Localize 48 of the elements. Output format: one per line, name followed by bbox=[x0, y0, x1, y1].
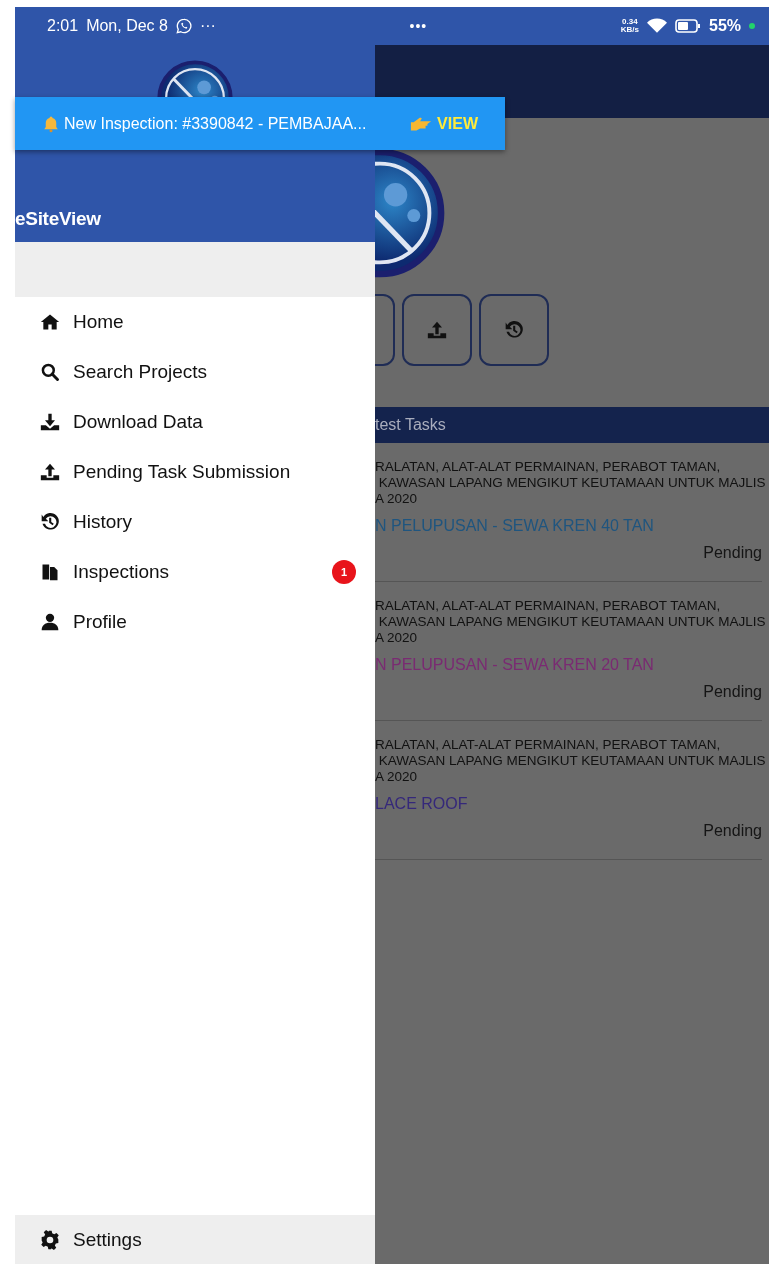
battery-level: 55% bbox=[709, 17, 741, 35]
user-icon bbox=[40, 612, 60, 632]
menu-item[interactable]: Search Projects bbox=[15, 347, 375, 397]
history-button[interactable] bbox=[479, 294, 549, 366]
menu-item[interactable]: Settings bbox=[15, 1215, 375, 1264]
history-icon bbox=[504, 320, 524, 340]
menu-item[interactable]: Profile bbox=[15, 597, 375, 647]
battery-icon bbox=[675, 19, 701, 33]
menu-item[interactable]: Pending Task Submission bbox=[15, 447, 375, 497]
home-icon bbox=[40, 312, 60, 332]
more-indicator: ··· bbox=[199, 17, 216, 35]
task-status: Pending bbox=[703, 822, 762, 840]
search-icon bbox=[40, 362, 60, 382]
task-description: A 2020 bbox=[375, 491, 419, 507]
task-status: Pending bbox=[703, 683, 762, 701]
task-description: RALATAN, ALAT-ALAT PERMAINAN, PERABOT TAMAN, bbox=[375, 737, 722, 753]
notification-message: New Inspection: #3390842 - PEMBAJAA... bbox=[64, 114, 367, 133]
task-description: A 2020 bbox=[375, 630, 419, 646]
menu-item[interactable]: History bbox=[15, 497, 375, 547]
menu-item[interactable]: Download Data bbox=[15, 397, 375, 447]
task-title: N PELUPUSAN - SEWA KREN 40 TAN bbox=[375, 517, 655, 535]
indicator-dot bbox=[749, 23, 755, 29]
task-status: Pending bbox=[703, 544, 762, 562]
task-title: N PELUPUSAN - SEWA KREN 20 TAN bbox=[375, 656, 655, 674]
task-title: LACE ROOF bbox=[375, 795, 469, 813]
files-icon bbox=[40, 562, 60, 582]
section-header: test Tasks bbox=[375, 407, 769, 443]
count-badge: 1 bbox=[332, 560, 356, 584]
bell-icon bbox=[42, 114, 60, 133]
task-description: RALATAN, ALAT-ALAT PERMAINAN, PERABOT TAMAN, bbox=[375, 598, 722, 614]
drawer-title: eSiteView bbox=[15, 208, 102, 230]
menu-item[interactable]: Home bbox=[15, 297, 375, 347]
history-icon bbox=[40, 512, 60, 532]
pointing-hand-icon bbox=[410, 115, 433, 132]
chat-icon bbox=[175, 18, 192, 34]
wifi-icon bbox=[647, 18, 667, 34]
upload-button[interactable] bbox=[402, 294, 472, 366]
upload-icon bbox=[427, 320, 447, 340]
network-speed: 0.34 KB/s bbox=[620, 18, 639, 34]
download-icon bbox=[40, 412, 60, 432]
upload-icon bbox=[40, 462, 60, 482]
task-description: A 2020 bbox=[375, 769, 419, 785]
status-time: 2:01 bbox=[47, 17, 79, 35]
status-date: Mon, Dec 8 bbox=[86, 17, 168, 35]
settings-icon bbox=[40, 1230, 60, 1250]
task-description: RALATAN, ALAT-ALAT PERMAINAN, PERABOT TAMAN, bbox=[375, 459, 722, 475]
more-indicator: ••• bbox=[409, 18, 428, 34]
menu-item[interactable]: Inspections 1 bbox=[15, 547, 375, 597]
